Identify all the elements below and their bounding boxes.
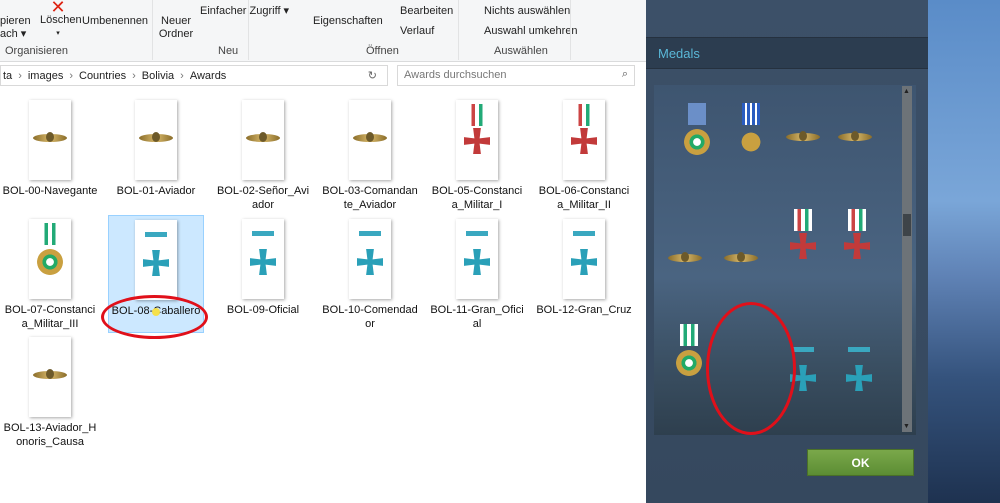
file-name: BOL-01-Aviador [116,185,196,197]
group-label: Neu [218,45,239,57]
file-thumbnail [29,100,71,180]
select-none-button[interactable]: Nichts auswählen [484,5,570,18]
medal[interactable] [838,335,878,415]
file-thumbnail [563,100,605,180]
file-name: BOL-10-Comendador [322,304,418,330]
breadcrumb[interactable]: ta [3,70,12,82]
address-bar[interactable]: ta › images › Countries › Bolivia › Awards ↻ [0,65,388,86]
medal[interactable] [668,320,708,400]
new-folder-button[interactable]: Neuer Ordner [158,15,194,41]
file-thumbnail [456,219,498,299]
search-placeholder: Awards durchsuchen [404,69,507,81]
medals-panel: Medals ▲ ▼ OK [646,0,928,503]
medals-header: Medals [646,37,928,69]
group-label: Öffnen [366,45,399,57]
scrollbar[interactable]: ▲ ▼ [902,86,912,432]
file-item[interactable]: BOL-05-Constancia_Militar_I [429,100,525,212]
file-thumbnail [29,219,71,299]
file-item[interactable]: BOL-01-Aviador [108,100,204,198]
breadcrumb[interactable]: images [28,70,63,82]
copy-label-2: ach ▾ [0,28,27,40]
file-item[interactable]: BOL-10-Comendador [322,219,418,331]
annotation-circle [101,295,208,339]
file-item[interactable]: BOL-12-Gran_Cruz [536,219,632,317]
file-item[interactable]: BOL-03-Comandante_Aviador [322,100,418,212]
file-thumbnail [135,220,177,300]
delete-label: Löschen [40,14,82,26]
medals-title: Medals [658,46,700,61]
properties-button[interactable]: Eigenschaften [313,15,383,28]
mouse-cursor [152,308,160,316]
file-name: BOL-00-Navegante [2,185,98,197]
group-label: Auswählen [494,45,548,57]
delete-button[interactable]: ✕ Löschen ▾ [40,0,82,40]
medal[interactable] [676,99,716,179]
file-name: BOL-07-Constancia_Militar_III [4,304,96,330]
scroll-up-icon[interactable]: ▲ [903,88,910,95]
copy-to-button[interactable]: pieren ach ▾ [0,15,31,41]
file-thumbnail [456,100,498,180]
breadcrumb[interactable]: Countries [79,70,126,82]
medal[interactable] [730,99,770,179]
file-thumbnail [349,219,391,299]
file-name: BOL-09-Oficial [226,304,300,316]
medal[interactable] [834,99,874,179]
file-explorer: pieren ach ▾ ✕ Löschen ▾ Umbenennen Neuer O… [0,0,646,503]
file-item[interactable]: BOL-13-Aviador_Honoris_Causa [2,337,98,449]
refresh-icon[interactable]: ↻ [368,69,377,82]
file-name: BOL-02-Señor_Aviador [216,185,310,211]
file-name: BOL-11-Gran_Oficial [430,304,524,330]
easy-access-button[interactable]: Einfacher Zugriff ▾ [200,5,289,18]
edit-button[interactable]: Bearbeiten [400,5,453,18]
medal[interactable] [664,220,704,300]
copy-label: pieren [0,15,31,27]
file-name: BOL-06-Constancia_Militar_II [538,185,630,211]
scroll-thumb[interactable] [903,214,911,236]
medal[interactable] [836,205,876,285]
medal[interactable] [720,220,760,300]
file-item[interactable]: BOL-07-Constancia_Militar_III [2,219,98,331]
medal[interactable] [782,99,822,179]
annotation-circle [706,302,796,435]
invert-selection-button[interactable]: Auswahl umkehren [484,25,578,38]
file-item[interactable]: BOL-00-Navegante [2,100,98,198]
file-item[interactable]: BOL-02-Señor_Aviador [215,100,311,212]
file-item[interactable]: BOL-06-Constancia_Militar_II [536,100,632,212]
ribbon: pieren ach ▾ ✕ Löschen ▾ Umbenennen Neuer O… [0,0,646,62]
file-item[interactable]: BOL-11-Gran_Oficial [429,219,525,331]
group-label: Organisieren [5,45,68,57]
file-item[interactable]: BOL-09-Oficial [215,219,311,317]
file-thumbnail [29,337,71,417]
search-input[interactable]: Awards durchsuchen ⌕ [397,65,635,86]
search-icon: ⌕ [621,68,628,80]
breadcrumb[interactable]: Bolivia [142,70,174,82]
history-button[interactable]: Verlauf [400,25,434,38]
file-thumbnail [242,219,284,299]
delete-icon: ✕ [50,0,66,17]
file-name: BOL-05-Constancia_Militar_I [431,185,523,211]
scroll-down-icon[interactable]: ▼ [903,423,910,430]
file-thumbnail [349,100,391,180]
file-thumbnail [135,100,177,180]
ok-button[interactable]: OK [807,449,914,476]
rename-button[interactable]: Umbenennen [82,15,148,28]
medal[interactable] [782,205,822,285]
file-name: BOL-12-Gran_Cruz [536,304,632,316]
file-name: BOL-03-Comandante_Aviador [322,185,418,211]
file-thumbnail [563,219,605,299]
file-name: BOL-13-Aviador_Honoris_Causa [3,422,97,448]
desktop-background [928,0,1000,503]
file-thumbnail [242,100,284,180]
breadcrumb[interactable]: Awards [190,70,226,82]
